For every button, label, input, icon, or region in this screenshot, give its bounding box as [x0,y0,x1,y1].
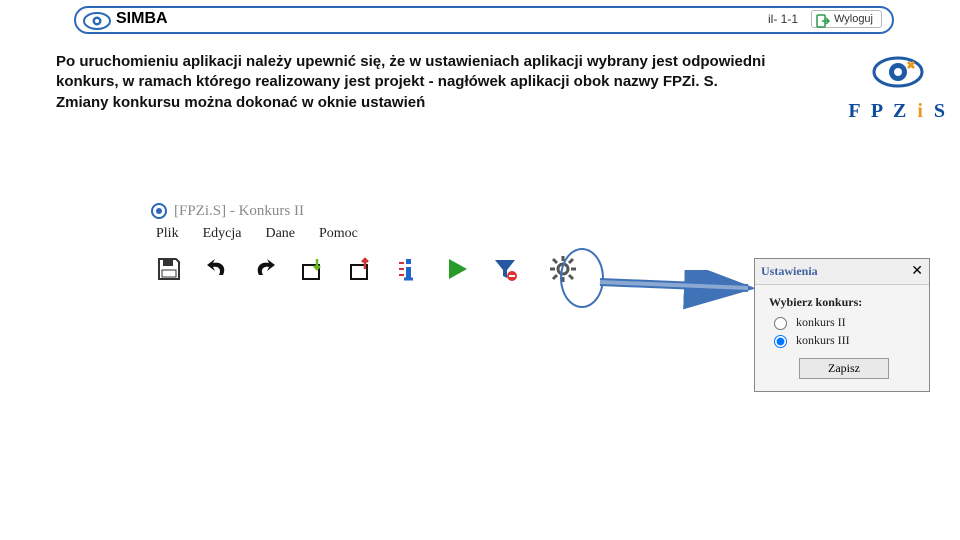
radio-input[interactable] [774,317,787,330]
logout-icon [816,14,830,28]
header-code: il- 1-1 [768,12,798,26]
logout-label: Wyloguj [834,13,873,25]
app-window: [FPZi.S] - Konkurs II Plik Edycja Dane P… [150,200,600,290]
redo-icon[interactable] [248,252,282,286]
fpzis-logo: F P Z i S [848,52,948,121]
brand-mid: i [917,100,926,122]
radio-label: konkurs III [796,333,850,348]
close-icon[interactable]: ✕ [911,263,923,280]
titlebar: [FPZi.S] - Konkurs II [150,200,600,222]
undo-icon[interactable] [200,252,234,286]
logout-button[interactable]: Wyloguj [811,10,882,28]
import-icon[interactable] [296,252,330,286]
radio-konkurs-2[interactable]: konkurs II [769,314,919,330]
app-icon [150,202,168,220]
brand-left: F P Z [848,100,909,122]
intro-paragraph: Po uruchomieniu aplikacji należy upewnić… [56,52,826,113]
menubar: Plik Edycja Dane Pomoc [150,222,600,248]
app-name: SIMBA [116,10,168,28]
callout-arrow [598,270,758,310]
toolbar [150,248,600,290]
radio-input[interactable] [774,335,787,348]
simba-logo [82,10,112,37]
radio-konkurs-3[interactable]: konkurs III [769,332,919,348]
save-icon[interactable] [152,252,186,286]
menu-edycja[interactable]: Edycja [203,226,242,242]
radio-label: konkurs II [796,315,846,330]
settings-dialog: Ustawienia ✕ Wybierz konkurs: konkurs II… [754,258,930,392]
play-icon[interactable] [440,252,474,286]
brand-right: S [934,100,948,122]
menu-pomoc[interactable]: Pomoc [319,226,358,242]
filter-clear-icon[interactable] [488,252,522,286]
save-button[interactable]: Zapisz [799,358,889,379]
top-header: SIMBA il- 1-1 Wyloguj [74,6,894,34]
eye-icon [870,52,926,92]
export-icon[interactable] [344,252,378,286]
menu-dane[interactable]: Dane [265,226,295,242]
dialog-label: Wybierz konkurs: [769,295,919,310]
info-icon[interactable] [392,252,426,286]
window-title: [FPZi.S] - Konkurs II [174,203,304,220]
dialog-title: Ustawienia [761,264,818,279]
menu-plik[interactable]: Plik [156,226,179,242]
